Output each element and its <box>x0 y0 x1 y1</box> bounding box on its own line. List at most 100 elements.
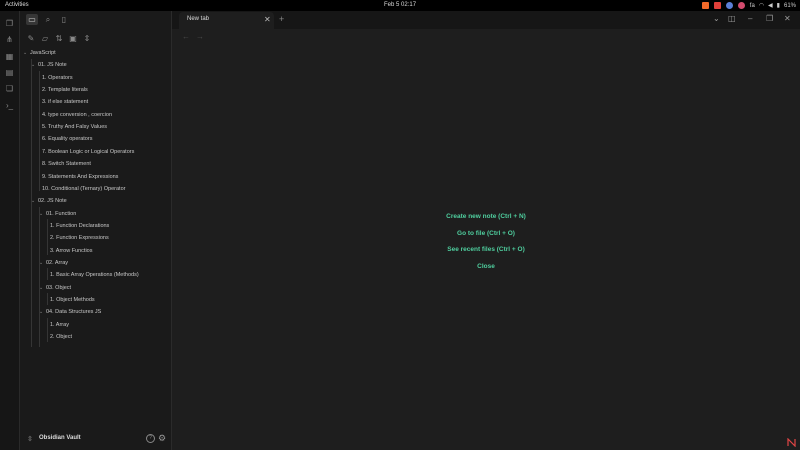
chrome-icon[interactable] <box>725 2 733 9</box>
files-tab-icon[interactable]: ▭ <box>26 14 38 25</box>
chevron-down-icon[interactable]: ⌄ <box>23 47 30 59</box>
collapse-all-icon[interactable]: ⇕ <box>82 33 92 43</box>
new-note-icon[interactable]: ✎ <box>26 33 36 43</box>
system-tray: fa ◠ ◀ ▮ 61% <box>701 1 796 10</box>
tree-file[interactable]: 1. Operators <box>39 72 73 84</box>
tree-file[interactable]: 2. Object <box>47 331 72 343</box>
calendar-icon[interactable]: ▤ <box>5 68 14 77</box>
tree-item-label: 5. Truthy And Falsy Values <box>42 124 108 131</box>
tree-folder[interactable]: ⌄ 01. JS Note <box>31 59 67 71</box>
tree-file[interactable]: 5. Truthy And Falsy Values <box>39 121 107 133</box>
tree-item-label: 4. type conversion , coercion <box>42 111 113 118</box>
back-arrow-icon[interactable]: ← <box>182 32 190 41</box>
create-new-note-link[interactable]: Create new note (Ctrl + N) <box>172 213 800 220</box>
window-close-icon[interactable]: ✕ <box>784 14 791 23</box>
tree-file[interactable]: 1. Function Declarations <box>47 220 109 232</box>
tree-file[interactable]: 1. Array <box>47 319 69 331</box>
navigation-row: ← → <box>172 29 800 45</box>
activities-button[interactable]: Activities <box>5 2 29 8</box>
tree-item-label: 1. Basic Array Operations (Methods) <box>50 272 139 279</box>
tree-folder[interactable]: ⌄ JavaScript <box>23 47 56 59</box>
tree-item-label: 10. Conditional (Ternary) Operator <box>42 185 126 192</box>
tab-new-tab[interactable]: New tab ✕ <box>179 12 274 29</box>
tree-item-label: 2. Template literals <box>42 87 88 94</box>
vault-switcher-icon[interactable]: ⇳ <box>27 435 33 443</box>
tree-item-label: 02. Array <box>46 259 69 266</box>
left-ribbon: ❐ ⋔ ▦ ▤ ❏ ›_ <box>0 11 20 450</box>
forward-arrow-icon[interactable]: → <box>196 32 204 41</box>
chevron-down-icon[interactable]: ⌄ <box>39 306 46 318</box>
tree-file[interactable]: 1. Basic Array Operations (Methods) <box>47 269 139 281</box>
tab-bar: New tab ✕ + ⌄ ◫ – ❐ ✕ <box>172 11 800 29</box>
settings-gear-icon[interactable]: ⚙ <box>158 433 166 444</box>
tree-file[interactable]: 9. Statements And Expressions <box>39 171 118 183</box>
tree-item-label: 8. Switch Statement <box>42 161 91 168</box>
tree-item-label: 1. Function Declarations <box>50 222 110 229</box>
maximize-icon[interactable]: ❐ <box>766 14 773 23</box>
brave-icon[interactable] <box>701 2 709 9</box>
wifi-icon: ◠ <box>758 3 765 9</box>
files-icon[interactable]: ❐ <box>5 19 14 28</box>
tree-folder[interactable]: ⌄ 01. Function <box>39 208 76 220</box>
graph-icon[interactable]: ⋔ <box>5 35 14 44</box>
tree-item-label: 2. Function Expressions <box>50 235 109 242</box>
auto-reveal-icon[interactable]: ▣ <box>68 33 78 43</box>
chevron-down-icon[interactable]: ⌄ <box>31 59 38 71</box>
app-red-icon[interactable] <box>713 2 721 9</box>
tree-item-label: 02. JS Note <box>38 198 67 205</box>
vault-name[interactable]: Obsidian Vault <box>39 435 81 441</box>
tree-file[interactable]: 7. Boolean Logic or Logical Operators <box>39 146 134 158</box>
system-top-bar: Activities Feb 5 02:17 fa ◠ ◀ ▮ 61% <box>0 0 800 11</box>
close-link[interactable]: Close <box>172 263 800 270</box>
help-icon[interactable]: ? <box>146 434 155 443</box>
tree-file[interactable]: 4. type conversion , coercion <box>39 109 112 121</box>
tree-item-label: 1. Operators <box>42 74 73 81</box>
tree-file[interactable]: 2. Function Expressions <box>47 232 109 244</box>
tree-file[interactable]: 3. Arrow Functios <box>47 245 93 257</box>
bookmark-icon[interactable]: ▯ <box>58 14 70 25</box>
tree-item-label: 01. JS Note <box>38 62 67 69</box>
tree-folder[interactable]: ⌄ 03. Object <box>39 282 71 294</box>
tree-item-label: 6. Equality operators <box>42 136 93 143</box>
tree-file[interactable]: 10. Conditional (Ternary) Operator <box>39 183 125 195</box>
chevron-down-icon[interactable]: ⌄ <box>39 257 46 269</box>
tree-item-label: 7. Boolean Logic or Logical Operators <box>42 148 135 155</box>
corner-badge-icon <box>787 438 796 447</box>
tree-item-label: 1. Object Methods <box>50 297 95 303</box>
tree-folder[interactable]: ⌄ 04. Data Structures JS <box>39 306 101 318</box>
tab-list-chevron-icon[interactable]: ⌄ <box>713 14 720 23</box>
go-to-file-link[interactable]: Go to file (Ctrl + O) <box>172 230 800 237</box>
tree-file[interactable]: 2. Template literals <box>39 84 88 96</box>
tree-folder[interactable]: ⌄ 02. Array <box>39 257 68 269</box>
search-icon[interactable]: ⌕ <box>42 14 54 25</box>
volume-icon: ◀ <box>768 3 773 9</box>
firefox-icon[interactable] <box>737 2 745 9</box>
canvas-icon[interactable]: ▦ <box>5 52 14 61</box>
terminal-icon[interactable]: ›_ <box>5 101 14 110</box>
sidebar-tabs: ▭ ⌕ ▯ <box>20 11 172 28</box>
chevron-down-icon[interactable]: ⌄ <box>39 208 46 220</box>
new-folder-icon[interactable]: ▱ <box>40 33 50 43</box>
tree-item-label: 9. Statements And Expressions <box>42 173 119 180</box>
tree-file[interactable]: 3. if else statement <box>39 96 88 108</box>
chevron-down-icon[interactable]: ⌄ <box>31 195 38 207</box>
battery-icon: ▮ <box>776 3 780 9</box>
sort-icon[interactable]: ⇅ <box>54 33 64 43</box>
right-sidebar-toggle-icon[interactable]: ◫ <box>728 14 736 23</box>
clock[interactable]: Feb 5 02:17 <box>384 2 416 8</box>
input-method-indicator[interactable]: fa <box>750 3 755 9</box>
tree-file[interactable]: 6. Equality operators <box>39 133 92 145</box>
tree-folder[interactable]: ⌄ 02. JS Note <box>31 195 67 207</box>
tree-file[interactable]: 8. Switch Statement <box>39 158 91 170</box>
vault-footer: ⇳ Obsidian Vault ? ⚙ <box>20 428 172 450</box>
new-tab-plus-icon[interactable]: + <box>279 14 284 24</box>
battery-percent: 61% <box>783 2 796 9</box>
chevron-down-icon[interactable]: ⌄ <box>39 282 46 294</box>
tree-item-label: 1. Array <box>50 321 69 328</box>
minimize-icon[interactable]: – <box>748 14 752 23</box>
close-icon[interactable]: ✕ <box>264 15 271 24</box>
templates-icon[interactable]: ❏ <box>5 84 14 93</box>
see-recent-files-link[interactable]: See recent files (Ctrl + O) <box>172 246 800 253</box>
status-menu[interactable]: fa ◠ ◀ ▮ 61% <box>750 2 796 10</box>
tree-file[interactable]: 1. Object Methods <box>47 294 95 306</box>
